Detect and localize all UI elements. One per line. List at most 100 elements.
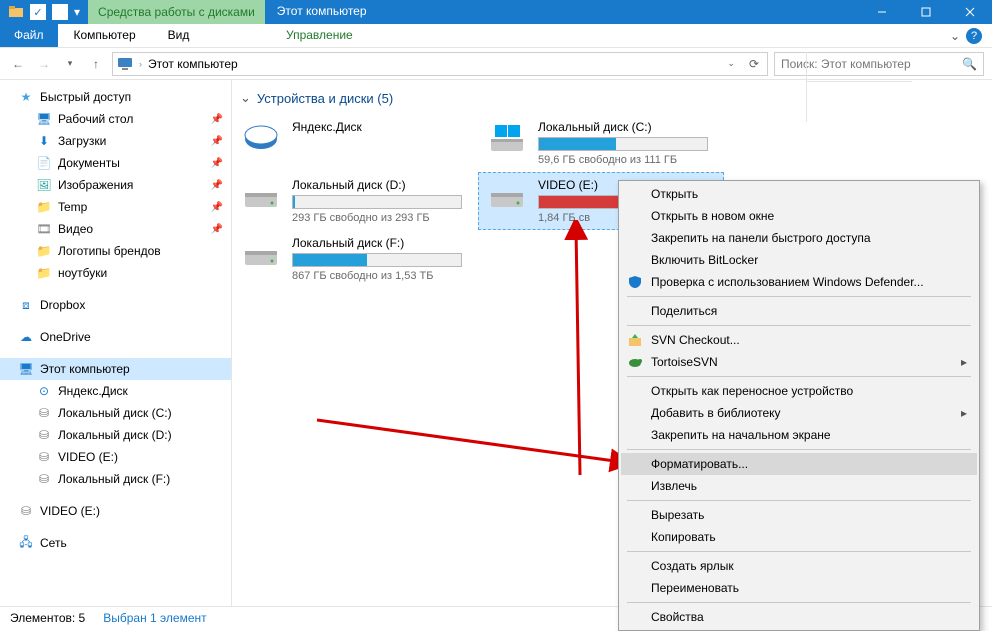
minimize-button[interactable] xyxy=(860,0,904,24)
drive-name: Локальный диск (F:) xyxy=(292,236,470,250)
capacity-bar xyxy=(538,137,708,151)
context-menu-label: Поделиться xyxy=(651,304,717,318)
context-menu-label: Проверка с использованием Windows Defend… xyxy=(651,275,924,289)
drive-status: 59,6 ГБ свободно из 111 ГБ xyxy=(538,154,716,166)
svn-checkout-icon xyxy=(627,332,643,348)
downloads-icon: ⬇ xyxy=(36,133,52,149)
context-menu-item[interactable]: Открыть как переносное устройство xyxy=(621,380,977,402)
back-button[interactable]: ← xyxy=(8,54,28,74)
sidebar-label: Видео xyxy=(58,222,93,236)
sidebar-item-documents[interactable]: 📄Документы📌 xyxy=(0,152,231,174)
sidebar-item-desktop[interactable]: 🖥Рабочий стол📌 xyxy=(0,108,231,130)
sidebar-label: Сеть xyxy=(40,536,67,550)
address-dropdown-icon[interactable]: ⌄ xyxy=(723,58,739,69)
window-title: Этот компьютер xyxy=(265,0,860,24)
sidebar-item-drive-e[interactable]: ⛁VIDEO (E:) xyxy=(0,446,231,468)
sidebar-item-pictures[interactable]: 🖼Изображения📌 xyxy=(0,174,231,196)
drive-icon: ⛁ xyxy=(36,405,52,421)
context-menu-item[interactable]: TortoiseSVN▸ xyxy=(621,351,977,373)
breadcrumb-item[interactable]: Этот компьютер xyxy=(148,57,238,71)
sidebar-quick-access[interactable]: ★ Быстрый доступ xyxy=(0,86,231,108)
menu-computer[interactable]: Компьютер xyxy=(58,24,152,47)
drive-item-c[interactable]: Локальный диск (C:) 59,6 ГБ свободно из … xyxy=(478,114,724,172)
sidebar-network[interactable]: 🖧Сеть xyxy=(0,532,231,554)
menu-bar: Файл Компьютер Вид Управление ⌄ ? xyxy=(0,24,992,48)
pin-icon: 📌 xyxy=(211,158,223,169)
os-drive-icon xyxy=(486,120,528,156)
sidebar-this-pc[interactable]: 🖥Этот компьютер xyxy=(0,358,231,380)
context-menu-item[interactable]: Проверка с использованием Windows Defend… xyxy=(621,271,977,293)
maximize-button[interactable] xyxy=(904,0,948,24)
shield-icon xyxy=(627,274,643,290)
overflow-icon[interactable]: ▾ xyxy=(74,5,80,19)
menu-view[interactable]: Вид xyxy=(152,24,206,47)
breadcrumb-sep: › xyxy=(139,59,142,69)
submenu-arrow-icon: ▸ xyxy=(961,406,967,420)
context-menu-item[interactable]: Добавить в библиотеку ▸ xyxy=(621,402,977,424)
context-menu-item[interactable]: Закрепить на начальном экране xyxy=(621,424,977,446)
sidebar-label: Локальный диск (D:) xyxy=(58,428,172,442)
checkbox-icon[interactable]: ✓ xyxy=(30,4,46,20)
menu-file[interactable]: Файл xyxy=(0,24,58,47)
context-menu-item[interactable]: Создать ярлык xyxy=(621,555,977,577)
drive-item-yandex[interactable]: Яндекс.Диск xyxy=(232,114,478,172)
context-menu-label: Копировать xyxy=(651,530,716,544)
context-menu-item[interactable]: Переименовать xyxy=(621,577,977,599)
refresh-icon[interactable]: ⟳ xyxy=(745,57,763,71)
context-menu-label: Создать ярлык xyxy=(651,559,734,573)
sidebar-dropbox[interactable]: ⧈Dropbox xyxy=(0,294,231,316)
address-bar[interactable]: › Этот компьютер ⌄ ⟳ xyxy=(112,52,768,76)
sidebar-item-drive-c[interactable]: ⛁Локальный диск (C:) xyxy=(0,402,231,424)
context-menu-separator xyxy=(627,376,971,377)
group-title: Устройства и диски (5) xyxy=(257,91,393,106)
context-menu-label: Форматировать... xyxy=(651,457,748,471)
context-menu-item[interactable]: Извлечь xyxy=(621,475,977,497)
context-menu: ОткрытьОткрыть в новом окнеЗакрепить на … xyxy=(618,180,980,631)
title-bar: ✓ ▾ Средства работы с дисками Этот компь… xyxy=(0,0,992,24)
context-menu-label: Свойства xyxy=(651,610,704,624)
sidebar-item-yandex-disk[interactable]: ⊙Яндекс.Диск xyxy=(0,380,231,402)
drive-item-f[interactable]: Локальный диск (F:) 867 ГБ свободно из 1… xyxy=(232,230,478,288)
pin-icon: 📌 xyxy=(211,202,223,213)
recent-dropdown[interactable]: ▾ xyxy=(60,54,80,74)
drive-icon: ⛁ xyxy=(36,427,52,443)
drive-icon: ⛁ xyxy=(36,471,52,487)
sidebar-item-temp[interactable]: 📁Temp📌 xyxy=(0,196,231,218)
sidebar-item-downloads[interactable]: ⬇Загрузки📌 xyxy=(0,130,231,152)
context-menu-item[interactable]: Свойства xyxy=(621,606,977,628)
sidebar-onedrive[interactable]: ☁OneDrive xyxy=(0,326,231,348)
search-icon[interactable]: 🔍 xyxy=(962,57,977,71)
sidebar-item-drive-d[interactable]: ⛁ Локальный диск (D:) xyxy=(0,424,231,446)
help-icon[interactable]: ? xyxy=(966,28,982,44)
drive-item-d[interactable]: Локальный диск (D:) 293 ГБ свободно из 2… xyxy=(232,172,478,230)
context-menu-item[interactable]: Закрепить на панели быстрого доступа xyxy=(621,227,977,249)
context-menu-item[interactable]: Форматировать... xyxy=(621,453,977,475)
context-menu-item[interactable]: Включить BitLocker xyxy=(621,249,977,271)
context-menu-item[interactable]: Копировать xyxy=(621,526,977,548)
yandex-disk-icon: ⊙ xyxy=(36,383,52,399)
context-menu-item[interactable]: Вырезать xyxy=(621,504,977,526)
sidebar-item-logos[interactable]: 📁Логотипы брендов xyxy=(0,240,231,262)
menu-manage[interactable]: Управление xyxy=(239,24,399,47)
forward-button[interactable]: → xyxy=(34,54,54,74)
context-menu-item[interactable]: Открыть xyxy=(621,183,977,205)
sidebar-item-drive-f[interactable]: ⛁Локальный диск (F:) xyxy=(0,468,231,490)
pin-icon: 📌 xyxy=(211,114,223,125)
contextual-tab[interactable]: Средства работы с дисками xyxy=(88,0,265,24)
context-menu-label: Добавить в библиотеку xyxy=(651,406,781,420)
status-count: Элементов: 5 xyxy=(10,611,85,625)
sidebar-item-video[interactable]: 🎞Видео📌 xyxy=(0,218,231,240)
sidebar-item-laptops[interactable]: 📁ноутбуки xyxy=(0,262,231,284)
ribbon-expand[interactable]: ⌄ ? xyxy=(940,24,992,47)
close-button[interactable] xyxy=(948,0,992,24)
document-icon[interactable] xyxy=(52,4,68,20)
quick-access-toolbar: ✓ ▾ xyxy=(0,0,88,24)
up-button[interactable]: ↑ xyxy=(86,54,106,74)
context-menu-item[interactable]: Открыть в новом окне xyxy=(621,205,977,227)
sidebar-item-drive-e-dup[interactable]: ⛁VIDEO (E:) xyxy=(0,500,231,522)
context-menu-item[interactable]: SVN Checkout... xyxy=(621,329,977,351)
sidebar-label: VIDEO (E:) xyxy=(58,450,118,464)
folder-icon: 📁 xyxy=(36,265,52,281)
documents-icon: 📄 xyxy=(36,155,52,171)
context-menu-item[interactable]: Поделиться xyxy=(621,300,977,322)
